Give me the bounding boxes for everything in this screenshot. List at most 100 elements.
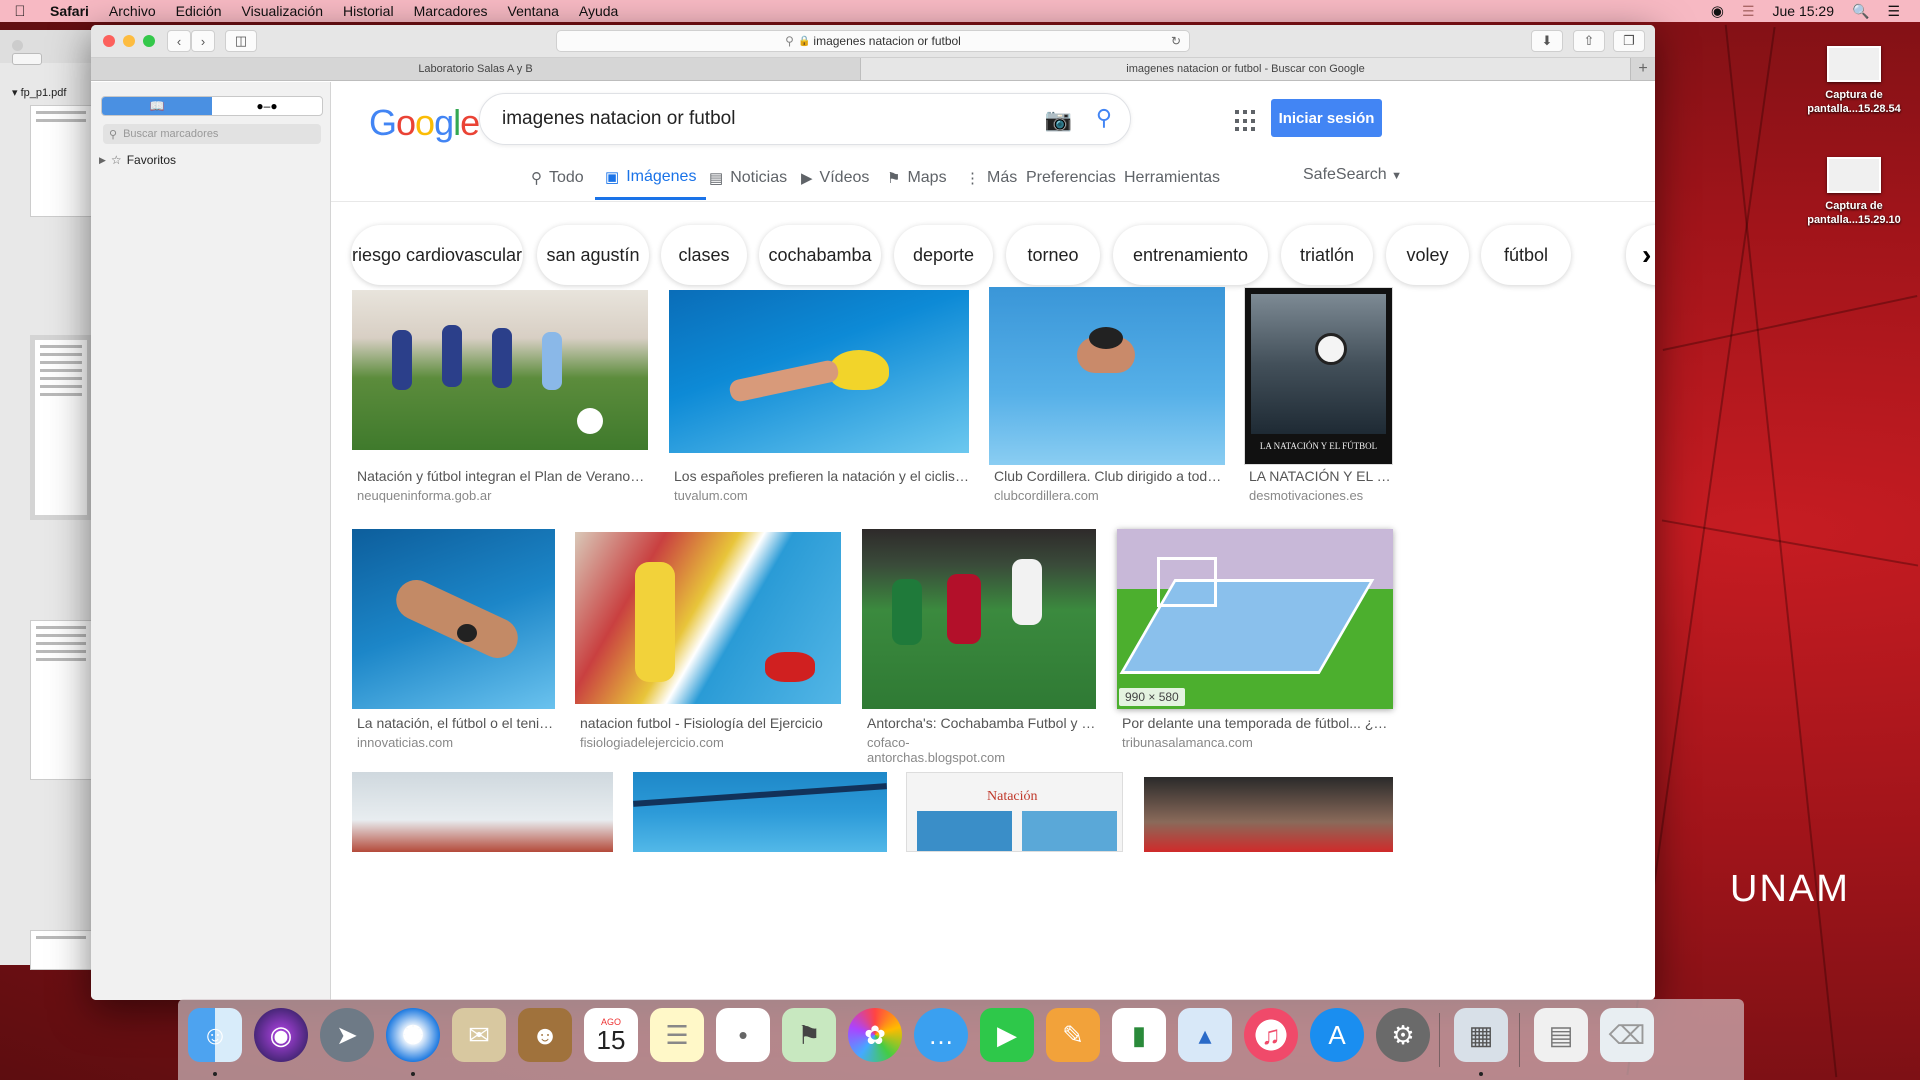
- pdf-page-thumb[interactable]: [30, 930, 92, 970]
- result-thumbnail[interactable]: [633, 772, 887, 852]
- contacts-icon[interactable]: ☻: [518, 1008, 572, 1062]
- result-thumbnail[interactable]: [862, 529, 1096, 709]
- itunes-icon[interactable]: ♫: [1244, 1008, 1298, 1062]
- result-thumbnail[interactable]: [989, 287, 1225, 465]
- pdf-filename[interactable]: fp_p1.pdf: [21, 87, 67, 99]
- apple-menu-icon[interactable]: : [0, 3, 40, 20]
- result-thumbnail[interactable]: [352, 290, 648, 450]
- new-tab-button[interactable]: +: [1631, 58, 1655, 80]
- bookmark-search-input[interactable]: ⚲ Buscar marcadores: [103, 124, 321, 144]
- zoom-button[interactable]: [143, 35, 155, 47]
- tab-google-search[interactable]: imagenes natacion or futbol - Buscar con…: [861, 58, 1631, 80]
- disclosure-triangle-icon[interactable]: ▾: [12, 87, 18, 99]
- reload-icon[interactable]: ↻: [1171, 34, 1181, 48]
- wifi-icon[interactable]: ☰: [1742, 3, 1755, 20]
- disclosure-triangle-icon[interactable]: ▶: [99, 155, 106, 166]
- bookmarks-tab[interactable]: 📖: [102, 97, 212, 115]
- clock[interactable]: Jue 15:29: [1773, 3, 1835, 19]
- chip[interactable]: triatlón: [1281, 225, 1373, 285]
- safari-icon[interactable]: ❂: [386, 1008, 440, 1062]
- menu-archivo[interactable]: Archivo: [99, 3, 166, 19]
- tab-mas[interactable]: ⋮ Más: [965, 156, 1017, 200]
- tab-herramientas[interactable]: Herramientas: [1124, 156, 1220, 200]
- trash-icon[interactable]: ⌫: [1600, 1008, 1654, 1062]
- search-icon[interactable]: ⚲: [1096, 105, 1112, 131]
- apps-grid-icon[interactable]: [1235, 110, 1257, 132]
- minimize-button[interactable]: [123, 35, 135, 47]
- forward-button[interactable]: ›: [191, 30, 215, 52]
- tab-laboratorio[interactable]: Laboratorio Salas A y B: [91, 58, 861, 80]
- tab-maps[interactable]: ⚑ Maps: [887, 156, 947, 200]
- document-icon[interactable]: ▤: [1534, 1008, 1588, 1062]
- search-input[interactable]: imagenes natacion or futbol 📷 ⚲: [479, 93, 1131, 145]
- reminders-icon[interactable]: •: [716, 1008, 770, 1062]
- tab-videos[interactable]: ▶ Vídeos: [801, 156, 869, 200]
- safesearch-dropdown[interactable]: SafeSearch ▼: [1303, 166, 1402, 184]
- address-bar[interactable]: ⚲ 🔒 imagenes natacion or futbol ↻: [556, 30, 1190, 52]
- result-thumbnail[interactable]: [575, 532, 841, 704]
- camera-icon[interactable]: 📷: [1045, 107, 1072, 133]
- preview-icon[interactable]: ▦: [1454, 1008, 1508, 1062]
- menu-app-name[interactable]: Safari: [40, 3, 99, 19]
- mail-icon[interactable]: ✉: [452, 1008, 506, 1062]
- result-thumbnail[interactable]: LA NATACIÓN Y EL FÚTBOL: [1244, 287, 1393, 465]
- menu-marcadores[interactable]: Marcadores: [404, 3, 498, 19]
- result-thumbnail[interactable]: [352, 772, 613, 852]
- system-preferences-icon[interactable]: ⚙: [1376, 1008, 1430, 1062]
- result-thumbnail[interactable]: [669, 290, 969, 453]
- tab-todo[interactable]: ⚲ Todo: [531, 156, 584, 200]
- sidebar-toggle-icon[interactable]: [12, 53, 42, 65]
- tab-imagenes[interactable]: ▣ Imágenes: [595, 156, 707, 200]
- favorites-folder[interactable]: ▶ ☆ Favoritos: [99, 153, 176, 167]
- tab-noticias[interactable]: ▤ Noticias: [709, 156, 787, 200]
- signin-button[interactable]: Iniciar sesión: [1271, 99, 1382, 137]
- chip[interactable]: cochabamba: [759, 225, 881, 285]
- facetime-icon[interactable]: ▶: [980, 1008, 1034, 1062]
- menu-visualizacion[interactable]: Visualización: [232, 3, 333, 19]
- desktop-file-screenshot[interactable]: Captura de pantalla...15.28.54: [1804, 46, 1904, 116]
- menu-ventana[interactable]: Ventana: [498, 3, 569, 19]
- downloads-button[interactable]: ⬇: [1531, 30, 1563, 52]
- chip[interactable]: deporte: [894, 225, 993, 285]
- result-thumbnail[interactable]: Natación: [906, 772, 1123, 852]
- google-logo[interactable]: Google: [369, 102, 480, 144]
- menu-edicion[interactable]: Edición: [166, 3, 232, 19]
- pdf-page-thumb[interactable]: [30, 620, 92, 780]
- chip[interactable]: fútbol: [1481, 225, 1571, 285]
- sidebar-button[interactable]: ◫: [225, 30, 257, 52]
- maps-icon[interactable]: ⚑: [782, 1008, 836, 1062]
- chip[interactable]: clases: [661, 225, 747, 285]
- status-menu-icon[interactable]: ◉: [1711, 2, 1724, 20]
- app-store-icon[interactable]: A: [1310, 1008, 1364, 1062]
- share-button[interactable]: ⇧: [1573, 30, 1605, 52]
- pages-icon[interactable]: ✎: [1046, 1008, 1100, 1062]
- back-button[interactable]: ‹: [167, 30, 191, 52]
- spotlight-icon[interactable]: 🔍: [1852, 3, 1869, 20]
- pdf-page-thumb[interactable]: [30, 335, 92, 520]
- chip[interactable]: entrenamiento: [1113, 225, 1268, 285]
- result-thumbnail[interactable]: [1144, 777, 1393, 852]
- calendar-icon[interactable]: AGO 15: [584, 1008, 638, 1062]
- tab-preferencias[interactable]: Preferencias: [1026, 156, 1116, 200]
- messages-icon[interactable]: …: [914, 1008, 968, 1062]
- numbers-icon[interactable]: ▮: [1112, 1008, 1166, 1062]
- keynote-icon[interactable]: ▴: [1178, 1008, 1232, 1062]
- notification-center-icon[interactable]: ☰: [1887, 3, 1900, 20]
- photos-icon[interactable]: ✿: [848, 1008, 902, 1062]
- desktop-file-screenshot[interactable]: Captura de pantalla...15.29.10: [1804, 157, 1904, 227]
- chip[interactable]: voley: [1386, 225, 1469, 285]
- result-thumbnail[interactable]: [352, 529, 555, 709]
- siri-icon[interactable]: ◉: [254, 1008, 308, 1062]
- launchpad-icon[interactable]: ➤: [320, 1008, 374, 1062]
- chip[interactable]: torneo: [1006, 225, 1100, 285]
- chip[interactable]: san agustín: [537, 225, 649, 285]
- chip[interactable]: riesgo cardiovascular: [351, 225, 523, 285]
- menu-ayuda[interactable]: Ayuda: [569, 3, 628, 19]
- notes-icon[interactable]: ☰: [650, 1008, 704, 1062]
- close-button[interactable]: [103, 35, 115, 47]
- finder-icon[interactable]: ☺: [188, 1008, 242, 1062]
- menu-historial[interactable]: Historial: [333, 3, 404, 19]
- result-thumbnail[interactable]: 990 × 580: [1117, 529, 1393, 709]
- reading-list-tab[interactable]: ●–●: [212, 97, 322, 115]
- close-button[interactable]: [12, 40, 23, 51]
